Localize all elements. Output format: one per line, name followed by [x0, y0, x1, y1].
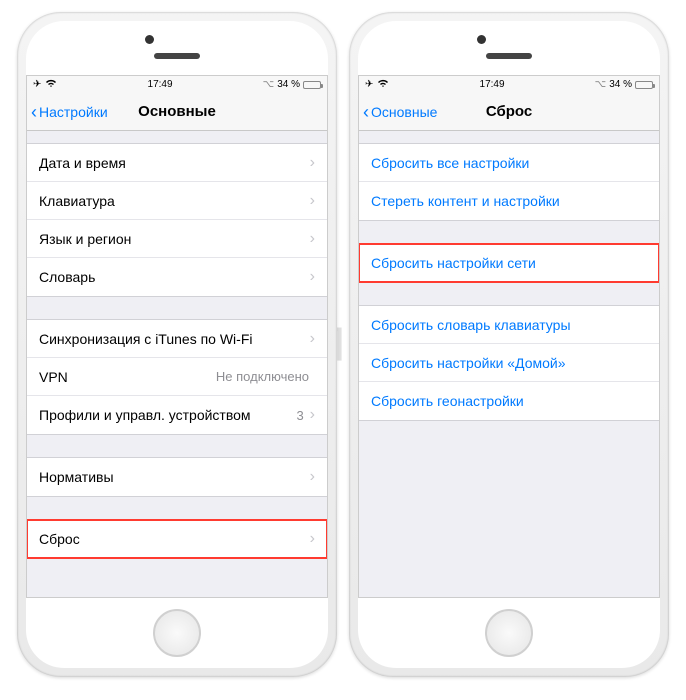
- home-button[interactable]: [153, 609, 201, 657]
- settings-row[interactable]: Сбросить настройки «Домой»: [359, 344, 659, 382]
- iphone-device-right: ✈ 17:49 ⌥ 34 % ‹ Основные Сброс: [349, 12, 669, 677]
- home-button[interactable]: [485, 609, 533, 657]
- nav-bar: ‹ Основные Сброс: [359, 93, 659, 131]
- settings-row[interactable]: Сбросить все настройки: [359, 144, 659, 182]
- airplane-icon: ✈: [365, 79, 373, 90]
- chevron-right-icon: ›: [310, 192, 315, 210]
- battery-icon: [635, 81, 653, 89]
- chevron-right-icon: ›: [310, 530, 315, 548]
- settings-row[interactable]: Стереть контент и настройки: [359, 182, 659, 220]
- row-label: VPN: [39, 369, 216, 385]
- settings-group: Сбросить все настройки Стереть контент и …: [359, 143, 659, 221]
- settings-row[interactable]: Сбросить словарь клавиатуры: [359, 306, 659, 344]
- back-button[interactable]: ‹ Настройки: [27, 103, 108, 121]
- row-label: Стереть контент и настройки: [371, 193, 647, 209]
- settings-list[interactable]: Дата и время›Клавиатура›Язык и регион›Сл…: [27, 131, 327, 597]
- row-label: Сброс: [39, 531, 310, 547]
- settings-row[interactable]: Сбросить геонастройки: [359, 382, 659, 420]
- front-camera-icon: [477, 35, 486, 44]
- settings-row[interactable]: Профили и управл. устройством3 ›: [27, 396, 327, 434]
- ear-speaker-icon: [486, 53, 532, 59]
- chevron-left-icon: ‹: [363, 103, 369, 121]
- settings-row[interactable]: Язык и регион›: [27, 220, 327, 258]
- settings-row[interactable]: Клавиатура›: [27, 182, 327, 220]
- bluetooth-icon: ⌥: [595, 79, 607, 90]
- row-label: Синхронизация с iTunes по Wi-Fi: [39, 331, 310, 347]
- front-camera-icon: [145, 35, 154, 44]
- settings-group: Дата и время›Клавиатура›Язык и регион›Сл…: [27, 143, 327, 297]
- row-label: Сбросить настройки «Домой»: [371, 355, 647, 371]
- back-label: Основные: [371, 104, 437, 120]
- row-label: Дата и время: [39, 155, 310, 171]
- settings-group: Сбросить настройки сети: [359, 243, 659, 283]
- status-time: 17:49: [148, 79, 173, 90]
- row-label: Сбросить настройки сети: [371, 255, 647, 271]
- battery-percent: 34 %: [277, 79, 300, 90]
- chevron-right-icon: ›: [310, 406, 315, 424]
- battery-percent: 34 %: [609, 79, 632, 90]
- settings-row[interactable]: Дата и время›: [27, 144, 327, 182]
- screen-right: ✈ 17:49 ⌥ 34 % ‹ Основные Сброс: [358, 75, 660, 598]
- status-time: 17:49: [480, 79, 505, 90]
- back-label: Настройки: [39, 104, 108, 120]
- row-label: Язык и регион: [39, 231, 310, 247]
- row-detail: Не подключено: [216, 369, 309, 384]
- reset-list[interactable]: Сбросить все настройки Стереть контент и …: [359, 131, 659, 597]
- airplane-icon: ✈: [33, 79, 41, 90]
- row-label: Нормативы: [39, 469, 310, 485]
- settings-row[interactable]: Словарь›: [27, 258, 327, 296]
- row-label: Сбросить все настройки: [371, 155, 647, 171]
- row-label: Клавиатура: [39, 193, 310, 209]
- settings-group: Синхронизация с iTunes по Wi-Fi›VPNНе по…: [27, 319, 327, 435]
- settings-group: Сброс›: [27, 519, 327, 559]
- status-bar: ✈ 17:49 ⌥ 34 %: [27, 76, 327, 93]
- wifi-icon: [377, 79, 389, 91]
- chevron-left-icon: ‹: [31, 103, 37, 121]
- chevron-right-icon: ›: [310, 330, 315, 348]
- nav-bar: ‹ Настройки Основные: [27, 93, 327, 131]
- screen-left: ✈ 17:49 ⌥ 34 % ‹ Настройки Основные: [26, 75, 328, 598]
- row-label: Профили и управл. устройством: [39, 407, 296, 423]
- chevron-right-icon: ›: [310, 268, 315, 286]
- settings-group: Нормативы›: [27, 457, 327, 497]
- ear-speaker-icon: [154, 53, 200, 59]
- status-bar: ✈ 17:49 ⌥ 34 %: [359, 76, 659, 93]
- home-area: [26, 598, 328, 668]
- row-label: Сбросить геонастройки: [371, 393, 647, 409]
- home-area: [358, 598, 660, 668]
- chevron-right-icon: ›: [310, 154, 315, 172]
- top-hardware: [358, 21, 660, 75]
- chevron-right-icon: ›: [310, 468, 315, 486]
- wifi-icon: [45, 79, 57, 91]
- row-label: Сбросить словарь клавиатуры: [371, 317, 647, 333]
- bluetooth-icon: ⌥: [263, 79, 275, 90]
- row-detail: 3: [296, 408, 303, 423]
- settings-row[interactable]: Синхронизация с iTunes по Wi-Fi›: [27, 320, 327, 358]
- row-label: Словарь: [39, 269, 310, 285]
- settings-row[interactable]: Сброс›: [27, 520, 327, 558]
- settings-row[interactable]: Сбросить настройки сети: [359, 244, 659, 282]
- back-button[interactable]: ‹ Основные: [359, 103, 437, 121]
- chevron-right-icon: ›: [310, 230, 315, 248]
- battery-icon: [303, 81, 321, 89]
- settings-row[interactable]: Нормативы›: [27, 458, 327, 496]
- iphone-device-left: ✈ 17:49 ⌥ 34 % ‹ Настройки Основные: [17, 12, 337, 677]
- settings-row[interactable]: VPNНе подключено: [27, 358, 327, 396]
- settings-group: Сбросить словарь клавиатуры Сбросить наст…: [359, 305, 659, 421]
- top-hardware: [26, 21, 328, 75]
